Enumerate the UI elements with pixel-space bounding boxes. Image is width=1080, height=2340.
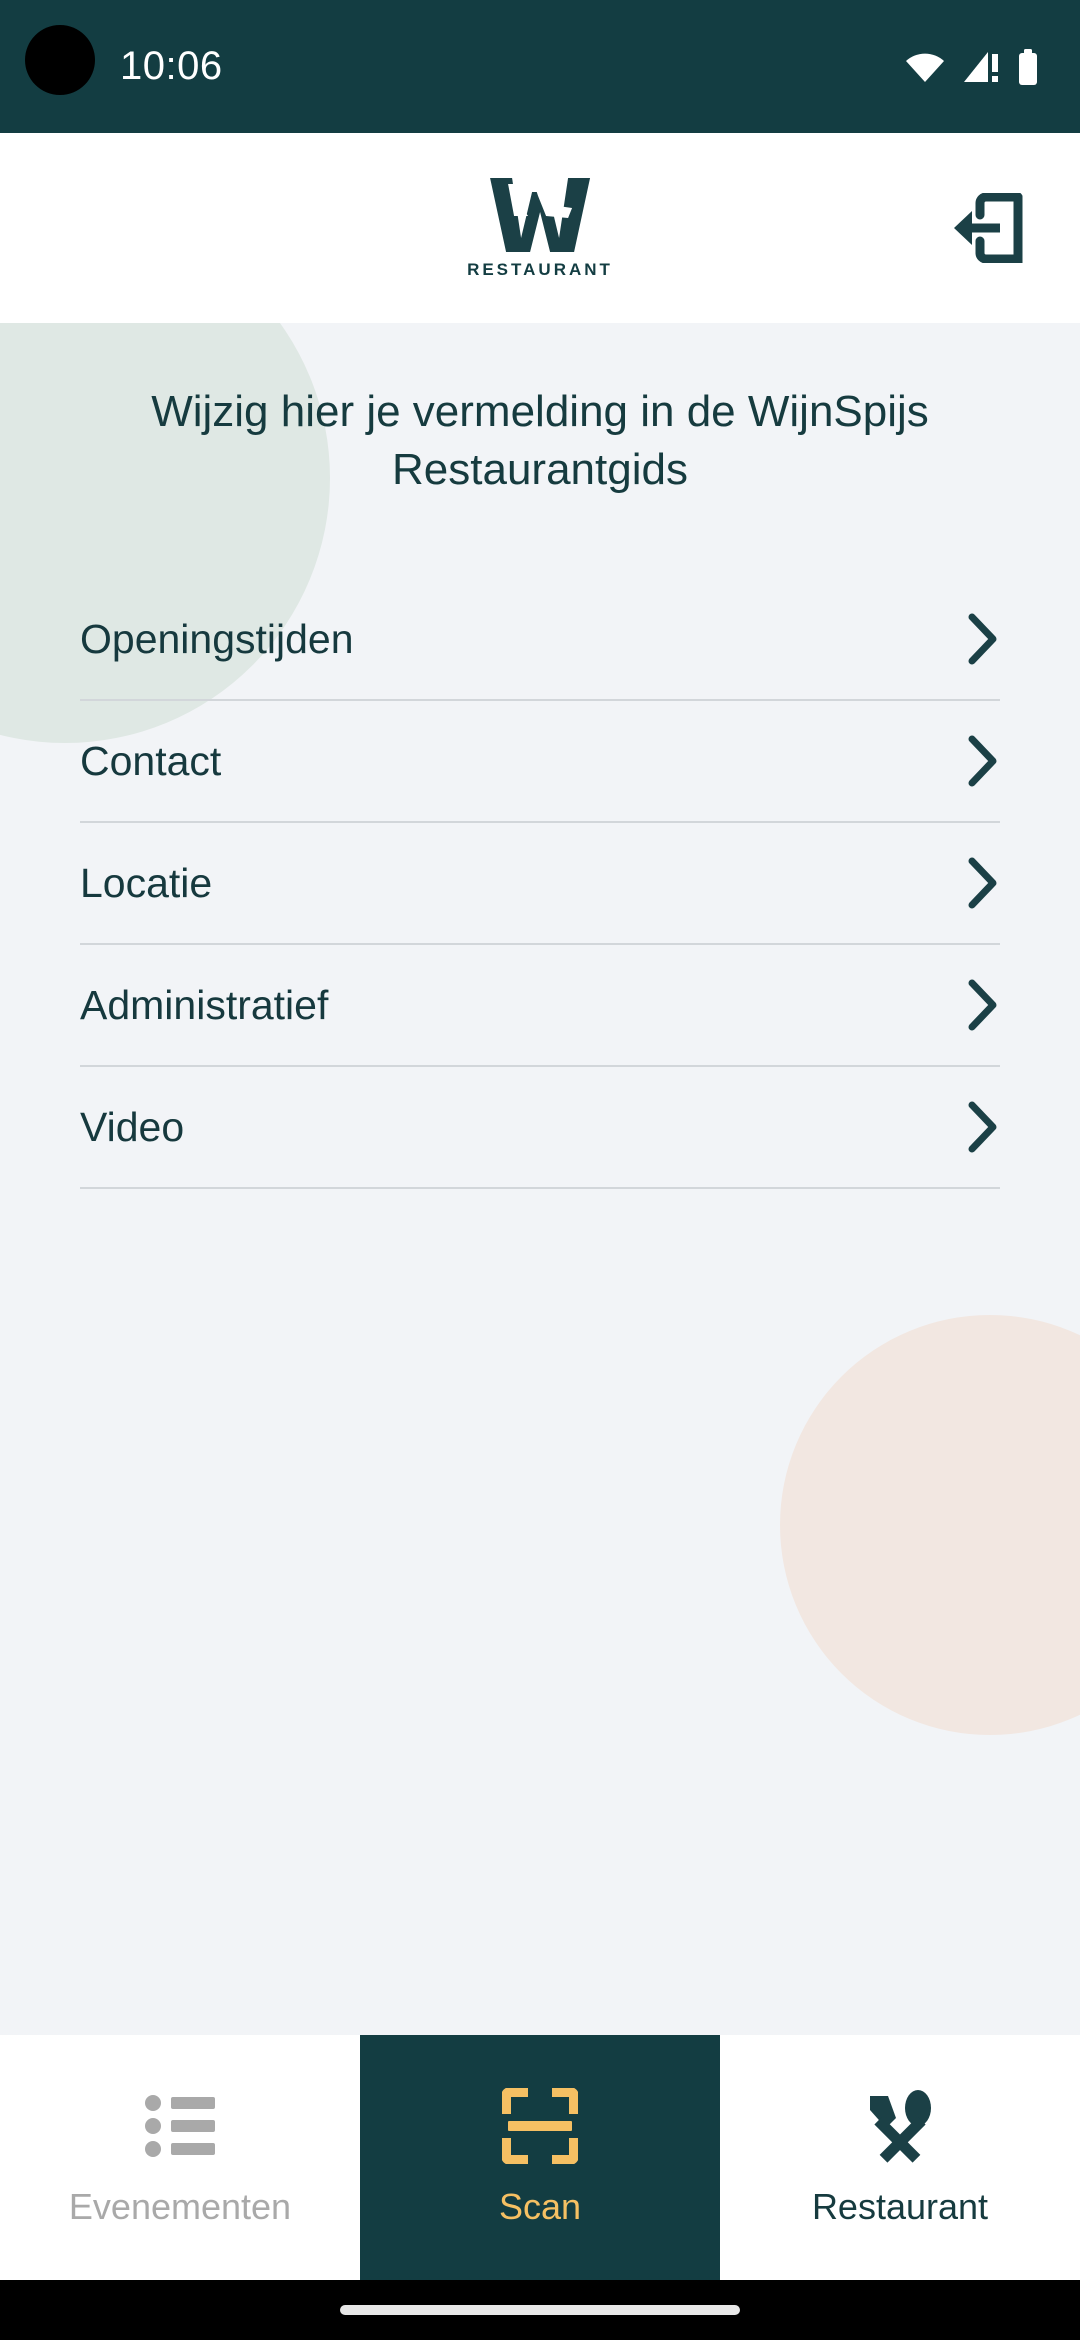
gesture-pill[interactable] bbox=[340, 2305, 740, 2315]
menu-item-label: Locatie bbox=[80, 859, 213, 906]
menu-item-label: Administratief bbox=[80, 981, 329, 1028]
logout-button[interactable] bbox=[943, 182, 1035, 274]
menu-item-label: Openingstijden bbox=[80, 615, 354, 662]
battery-icon bbox=[1019, 48, 1037, 85]
chevron-right-icon bbox=[966, 857, 1000, 909]
qr-scan-icon bbox=[502, 2087, 578, 2164]
phone-screen: 10:06 RESTAURANT Wijzig hier je vermeldi… bbox=[0, 0, 1080, 2340]
nav-item-label: Restaurant bbox=[811, 2185, 989, 2227]
cellular-signal-icon bbox=[964, 51, 998, 82]
status-bar: 10:06 bbox=[0, 0, 1080, 133]
chevron-right-icon bbox=[966, 1101, 1000, 1153]
nav-item-restaurant[interactable]: Restaurant bbox=[720, 2035, 1080, 2280]
camera-cutout bbox=[25, 25, 95, 95]
menu-item-video[interactable]: Video bbox=[80, 1067, 1000, 1187]
settings-menu-list: Openingstijden Contact Locatie Administr… bbox=[0, 579, 1080, 1190]
decorative-circle-beige bbox=[780, 1315, 1080, 1735]
menu-item-label: Video bbox=[80, 1103, 185, 1150]
bulleted-list-icon bbox=[145, 2088, 215, 2164]
nav-item-evenementen[interactable]: Evenementen bbox=[0, 2035, 360, 2280]
app-header: RESTAURANT bbox=[0, 133, 1080, 323]
bottom-navigation: Evenementen Scan Restaurant bbox=[0, 2035, 1080, 2280]
menu-item-administratief[interactable]: Administratief bbox=[80, 945, 1000, 1065]
knife-spoon-icon bbox=[862, 2088, 938, 2164]
menu-divider bbox=[80, 1187, 1000, 1190]
wijnspijs-w-logo-icon bbox=[489, 178, 590, 252]
brand-logo-word: RESTAURANT bbox=[467, 260, 613, 279]
status-time: 10:06 bbox=[120, 44, 223, 88]
menu-item-locatie[interactable]: Locatie bbox=[80, 823, 1000, 943]
menu-item-openingstijden[interactable]: Openingstijden bbox=[80, 579, 1000, 699]
nav-item-scan[interactable]: Scan bbox=[360, 2035, 720, 2280]
wifi-icon bbox=[906, 53, 944, 82]
logout-icon bbox=[954, 193, 1023, 263]
chevron-right-icon bbox=[966, 613, 1000, 665]
brand-logo: RESTAURANT bbox=[467, 176, 613, 280]
menu-item-contact[interactable]: Contact bbox=[80, 701, 1000, 821]
page-title: Wijzig hier je vermelding in de WijnSpij… bbox=[151, 387, 929, 495]
nav-item-label: Scan bbox=[498, 2185, 582, 2227]
content-area: Wijzig hier je vermelding in de WijnSpij… bbox=[0, 323, 1080, 2035]
chevron-right-icon bbox=[966, 735, 1000, 787]
nav-item-label: Evenementen bbox=[68, 2185, 292, 2227]
gesture-navigation-bar bbox=[0, 2280, 1080, 2340]
chevron-right-icon bbox=[966, 979, 1000, 1031]
menu-item-label: Contact bbox=[80, 737, 222, 784]
status-icon-group bbox=[904, 48, 1040, 85]
